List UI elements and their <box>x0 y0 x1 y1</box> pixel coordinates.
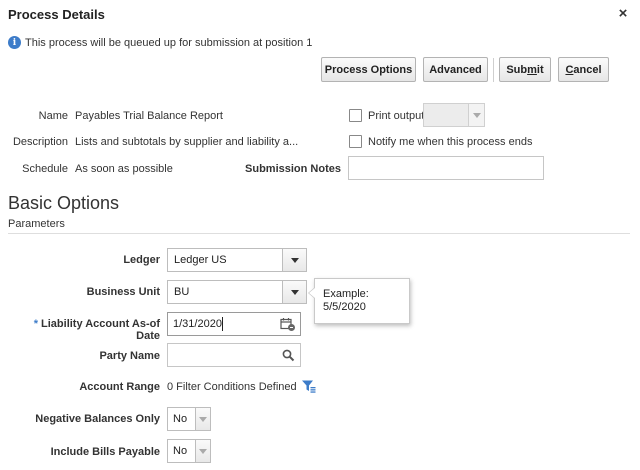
cancel-label-b: ancel <box>573 63 602 76</box>
ledger-select[interactable]: Ledger US <box>167 248 307 272</box>
advanced-button[interactable]: Advanced <box>423 57 488 82</box>
negative-balances-value: No <box>173 413 188 425</box>
include-bills-value: No <box>173 445 188 457</box>
name-value: Payables Trial Balance Report <box>75 110 223 122</box>
include-bills-label: Include Bills Payable <box>50 446 160 458</box>
negative-balances-label: Negative Balances Only <box>35 413 160 425</box>
submit-label-b: it <box>536 63 544 76</box>
tooltip-line2: 5/5/2020 <box>323 301 366 313</box>
date-format-tooltip: Example: 5/5/2020 <box>308 278 410 324</box>
chevron-down-icon[interactable] <box>195 440 210 462</box>
submission-notes-label: Submission Notes <box>245 163 341 175</box>
ledger-value: Ledger US <box>174 254 227 266</box>
business-unit-select[interactable]: BU <box>167 280 307 304</box>
submit-label-a: Sub <box>506 63 528 76</box>
party-name-label: Party Name <box>99 350 160 362</box>
info-message: i This process will be queued up for sub… <box>8 36 312 49</box>
parameters-label: Parameters <box>8 218 65 230</box>
info-message-text: This process will be queued up for submi… <box>25 36 313 49</box>
tooltip-line1: Example: <box>323 288 369 300</box>
text-cursor <box>222 317 223 331</box>
cancel-label-accesskey: C <box>565 63 574 76</box>
print-output-checkbox[interactable] <box>349 109 362 122</box>
chevron-down-icon[interactable] <box>282 281 306 303</box>
chevron-down-icon[interactable] <box>195 408 210 430</box>
description-label: Description <box>12 136 68 148</box>
business-unit-label: Business Unit <box>86 286 160 298</box>
include-bills-select[interactable]: No <box>167 439 211 463</box>
notify-label: Notify me when this process ends <box>368 136 533 148</box>
section-divider <box>8 233 630 234</box>
cancel-button[interactable]: Cancel <box>558 57 609 82</box>
account-range-value: 0 Filter Conditions Defined <box>167 381 297 393</box>
required-marker: * <box>33 318 38 330</box>
submit-button[interactable]: Sub m it <box>499 57 551 82</box>
liability-date-input[interactable]: 1/31/2020 <box>167 312 301 336</box>
schedule-label: Schedule <box>22 163 68 175</box>
close-icon[interactable]: × <box>616 5 630 22</box>
printer-select[interactable] <box>423 103 485 127</box>
liability-date-label-text: Liability Account As-of Date <box>41 318 160 342</box>
notify-checkbox[interactable] <box>349 135 362 148</box>
toolbar-separator <box>493 58 494 82</box>
submit-label-accesskey: m <box>527 63 537 76</box>
liability-date-value: 1/31/2020 <box>173 318 222 330</box>
submission-notes-input[interactable] <box>348 156 544 180</box>
chevron-down-icon <box>468 104 484 126</box>
description-value: Lists and subtotals by supplier and liab… <box>75 136 299 148</box>
info-icon: i <box>8 36 21 49</box>
business-unit-value: BU <box>174 286 190 298</box>
party-name-input[interactable] <box>167 343 301 367</box>
negative-balances-select[interactable]: No <box>167 407 211 431</box>
liability-date-label: * Liability Account As-of Date <box>8 318 160 342</box>
schedule-value: As soon as possible <box>75 163 173 175</box>
chevron-down-icon[interactable] <box>282 249 306 271</box>
ledger-label: Ledger <box>123 254 160 266</box>
account-range-label: Account Range <box>79 381 160 393</box>
filter-icon[interactable] <box>301 379 316 394</box>
process-options-button[interactable]: Process Options <box>321 57 416 82</box>
print-output-label: Print output <box>368 110 425 122</box>
calendar-icon[interactable] <box>280 317 296 332</box>
name-label: Name <box>38 110 68 122</box>
basic-options-heading: Basic Options <box>8 193 120 213</box>
search-icon[interactable] <box>282 349 295 362</box>
dialog-title: Process Details <box>8 7 105 22</box>
